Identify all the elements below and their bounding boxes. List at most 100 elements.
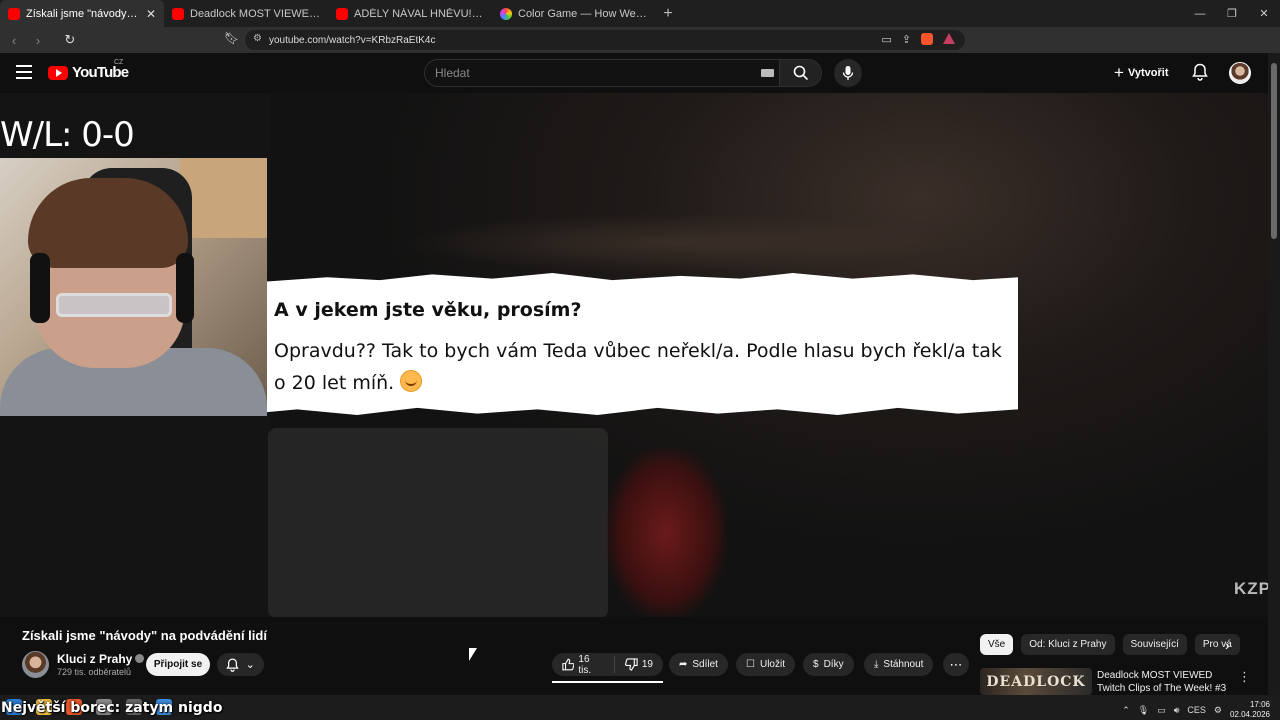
like-button[interactable]: 16 tis. — [552, 653, 615, 676]
webcam-headset-left — [30, 253, 50, 323]
thumbs-up-icon — [562, 658, 575, 671]
browser-tab[interactable]: Color Game — How Well Can You Re — [492, 0, 656, 27]
youtube-play-icon — [48, 65, 68, 80]
chevron-right-icon[interactable]: › — [1225, 637, 1230, 653]
bell-icon — [226, 658, 239, 672]
microphone-icon — [842, 66, 854, 80]
channel-name-row[interactable]: Kluci z Prahy — [57, 652, 145, 666]
account-avatar[interactable] — [1229, 62, 1251, 84]
close-tab-icon[interactable]: ✕ — [146, 7, 156, 21]
channel-avatar[interactable] — [22, 651, 49, 678]
share-label: Sdílet — [692, 659, 718, 670]
channel-name[interactable]: Kluci z Prahy — [57, 652, 132, 666]
microphone-tray-icon[interactable]: 🎙︎ — [1138, 705, 1149, 716]
system-tray: ⌃ 🎙︎ ▭ 🔊︎ CES ⚙ 17:06 02.04.2026 — [1122, 700, 1270, 720]
search-box — [424, 59, 822, 87]
share-url-icon[interactable]: ⇪ — [902, 33, 911, 46]
more-actions-button[interactable]: ⋯ — [943, 653, 969, 676]
video-title: Získali jsme "návody" na podvádění lidí — [22, 628, 267, 643]
window-controls: — ❐ ✕ — [1184, 0, 1280, 27]
chip-for-you[interactable]: Pro vá — [1194, 634, 1240, 655]
torn-paper-note: A v jekem jste věku, prosím? Opravdu?? T… — [267, 273, 1018, 415]
join-button[interactable]: Připojit se — [146, 653, 210, 676]
keyboard-icon[interactable] — [761, 69, 774, 77]
cast-icon[interactable]: ▭ — [881, 33, 891, 46]
browser-tab[interactable]: Deadlock MOST VIEWED Twitch Clip — [164, 0, 328, 27]
network-icon[interactable]: ▭ — [1157, 705, 1166, 716]
subscription-bell-button[interactable]: ⌄ — [217, 653, 264, 676]
forward-icon[interactable]: › — [28, 33, 48, 48]
tab-title: ADÉLY NÁVAL HNĚVU! - YouTube — [354, 7, 484, 20]
recommendation-thumbnail[interactable]: DEADLOCK — [980, 668, 1092, 695]
site-info-icon[interactable]: ⚙ — [253, 33, 262, 44]
share-button[interactable]: ➦ Sdílet — [669, 653, 728, 676]
minimize-icon[interactable]: — — [1184, 0, 1216, 27]
video-background-light — [400, 213, 960, 273]
youtube-logo[interactable]: YouTube CZ — [48, 59, 129, 81]
chip-from-channel[interactable]: Od: Kluci z Prahy — [1021, 634, 1115, 655]
hamburger-menu-icon[interactable] — [16, 65, 32, 79]
language-indicator[interactable]: CES — [1187, 705, 1206, 715]
settings-tray-icon[interactable]: ⚙ — [1214, 705, 1222, 716]
video-player[interactable]: W/L: 0-0 A v jekem jste věku, prosím? Op… — [0, 93, 1268, 617]
color-wheel-favicon-icon — [500, 7, 512, 20]
youtube-favicon-icon — [8, 7, 20, 20]
subscriber-count: 729 tis. odběratelů — [57, 667, 132, 677]
tray-arrow-icon[interactable]: ⌃ — [1122, 705, 1130, 716]
reload-icon[interactable]: ↻ — [60, 32, 80, 48]
download-button[interactable]: ⤓ Stáhnout — [864, 653, 934, 676]
dislike-button[interactable]: 19 — [615, 658, 663, 671]
create-button[interactable]: + Vytvořit — [1114, 63, 1168, 83]
scrollbar-thumb[interactable] — [1271, 63, 1277, 239]
note-answer: Opravdu?? Tak to bych vám Teda vůbec neř… — [274, 335, 1014, 399]
save-label: Uložit — [759, 659, 785, 670]
tab-title: Získali jsme "návody" na podv — [26, 7, 140, 20]
close-window-icon[interactable]: ✕ — [1248, 0, 1280, 27]
browser-tab[interactable]: ADÉLY NÁVAL HNĚVU! - YouTube — [328, 0, 492, 27]
recommendation-more-icon[interactable]: ⋮ — [1238, 669, 1251, 685]
note-question: A v jekem jste věku, prosím? — [274, 299, 582, 321]
youtube-header: YouTube CZ + Vytvořit — [0, 53, 1268, 93]
volume-icon[interactable]: 🔊︎ — [1174, 705, 1180, 716]
note-answer-text: Opravdu?? Tak to bych vám Teda vůbec neř… — [274, 340, 1002, 394]
browser-toolbar: ‹ › ↻ 🔖︎ ⚙ youtube.com/watch?v=KRbzRaEtK… — [0, 27, 1280, 72]
maximize-icon[interactable]: ❐ — [1216, 0, 1248, 27]
plus-icon: + — [1114, 63, 1124, 82]
like-count: 16 tis. — [578, 653, 592, 676]
save-button[interactable]: ☐ Uložit — [736, 653, 795, 676]
chip-all[interactable]: Vše — [980, 634, 1014, 655]
chevron-down-icon: ⌄ — [245, 659, 255, 671]
notifications-button[interactable] — [1192, 63, 1208, 86]
brave-shields-icon[interactable] — [921, 33, 933, 45]
webcam-wall — [180, 158, 267, 238]
voice-search-button[interactable] — [834, 59, 862, 87]
like-ratio-bar — [552, 681, 663, 683]
webcam-headset-right — [176, 253, 194, 323]
recommendation-chips: Vše Od: Kluci z Prahy Související Pro vá — [980, 634, 1240, 655]
browser-tab[interactable]: Získali jsme "návody" na podv ✕ — [0, 0, 164, 27]
search-input[interactable] — [435, 66, 745, 80]
thanks-button[interactable]: $ Díky — [803, 653, 854, 676]
chip-related[interactable]: Související — [1122, 634, 1187, 655]
clock[interactable]: 17:06 02.04.2026 — [1230, 700, 1270, 720]
webcam-glasses — [56, 293, 172, 317]
browser-tab-bar: Získali jsme "návody" na podv ✕ Deadlock… — [0, 0, 1280, 27]
bookmark-icon[interactable]: 🔖︎ — [224, 31, 239, 45]
mouse-cursor-icon — [469, 648, 477, 661]
recommendation-title[interactable]: Deadlock MOST VIEWED Twitch Clips of The… — [1097, 669, 1237, 695]
youtube-favicon-icon — [172, 7, 184, 20]
back-icon[interactable]: ‹ — [4, 33, 24, 48]
time: 17:06 — [1249, 700, 1270, 709]
webcam-hair — [28, 178, 188, 268]
download-icon: ⤓ — [874, 659, 879, 670]
date: 02.04.2026 — [1229, 710, 1270, 719]
save-icon: ☐ — [746, 659, 755, 670]
search-button[interactable] — [779, 60, 821, 86]
thanks-label: Díky — [823, 659, 844, 670]
country-code: CZ — [114, 59, 124, 66]
webcam-feed — [0, 158, 267, 416]
brave-rewards-icon[interactable] — [943, 33, 955, 44]
new-tab-button[interactable]: + — [656, 5, 680, 23]
address-bar[interactable]: ⚙ youtube.com/watch?v=KRbzRaEtK4c ▭ ⇪ — [245, 30, 965, 50]
page-scrollbar[interactable] — [1268, 53, 1280, 695]
